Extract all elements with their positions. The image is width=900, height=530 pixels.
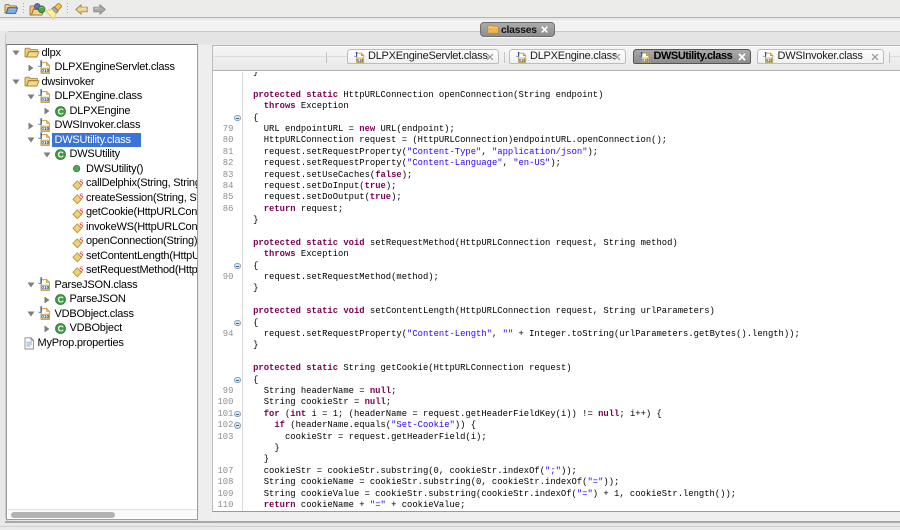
svg-text:010: 010 [41,314,49,319]
svg-text:010: 010 [41,140,49,145]
svg-text:010: 010 [518,57,525,62]
svg-text:010: 010 [642,57,649,62]
svg-text:010: 010 [41,68,49,73]
svg-text:010: 010 [766,57,773,62]
svg-text:010: 010 [41,97,49,102]
svg-text:010: 010 [356,57,363,62]
svg-text:S: S [79,177,83,186]
svg-text:S: S [79,264,83,273]
svg-text:S: S [79,206,83,215]
svg-text:010: 010 [41,126,49,131]
svg-text:C: C [58,324,64,334]
svg-text:S: S [79,235,83,244]
svg-text:C: C [58,150,64,160]
svg-text:S: S [79,250,83,259]
svg-text:C: C [58,106,64,116]
svg-text:010: 010 [41,285,49,290]
svg-text:S: S [79,221,83,230]
svg-text:S: S [79,192,83,201]
svg-text:C: C [58,295,64,305]
